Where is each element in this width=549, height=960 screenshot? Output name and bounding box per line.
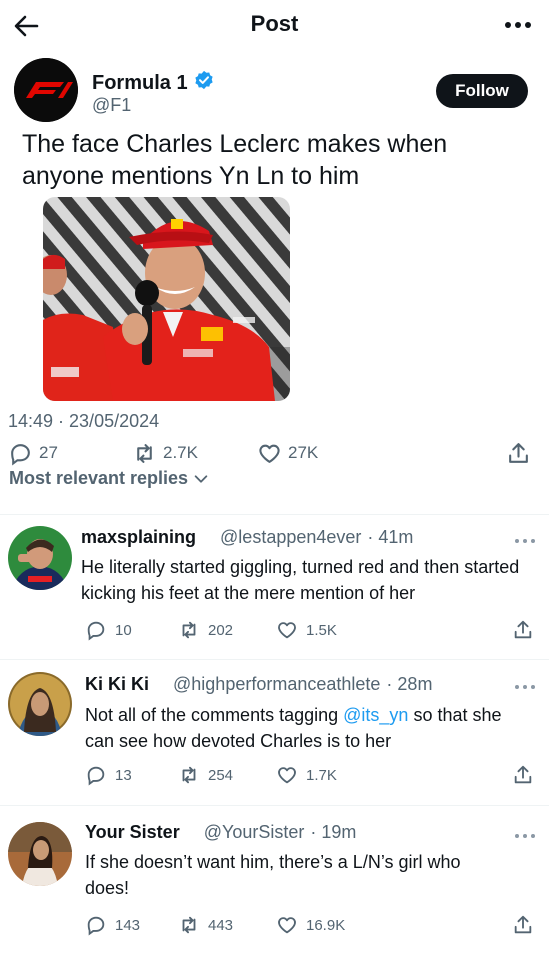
reply-icon [87,621,105,641]
reply-author-handle[interactable]: @lestappen4ever [220,527,361,548]
reply-avatar-yoursister[interactable] [8,822,72,886]
heart-icon [278,767,296,784]
reply-text: He literally started giggling, turned re… [81,557,520,603]
reply-icon [87,916,105,936]
share-icon [514,915,532,934]
repost-count: 202 [208,621,234,639]
reply-text: If she doesn’t want him, there’s a L/N’s… [85,852,461,898]
reply-count: 13 [115,766,132,784]
reply-action[interactable]: 10 [85,618,132,642]
author-handle[interactable]: @F1 [92,95,131,116]
page-title: Post [250,11,299,36]
repost-action[interactable]: 2.7K [132,440,198,466]
reply-more-icon[interactable] [514,828,536,838]
like-action[interactable]: 1.7K [276,763,337,787]
like-action[interactable]: 1.5K [276,618,337,642]
author-name[interactable]: Formula 1 [92,72,188,95]
repost-icon [182,621,196,639]
reply-avatar-maxsplaining[interactable] [8,526,72,590]
heart-icon [278,917,296,934]
like-count: 1.7K [306,766,337,784]
divider [0,514,549,515]
share-action[interactable] [512,618,534,642]
divider [0,805,549,806]
like-action[interactable]: 16.9K [276,913,345,937]
post-timestamp[interactable]: 14:49 · 23/05/2024 [8,411,159,432]
share-icon [514,765,532,784]
reply-count: 27 [39,443,58,462]
like-action[interactable]: 27K [257,440,318,466]
like-count: 1.5K [306,621,337,639]
heart-icon [259,444,280,463]
repost-count: 254 [208,766,234,784]
repost-action[interactable]: 443 [178,913,233,937]
reply-avatar-kikiki[interactable] [8,672,72,736]
repost-count: 443 [208,916,234,934]
share-icon [509,442,528,463]
post-photo[interactable] [43,197,290,401]
reply-time[interactable]: · 41m [367,527,413,548]
reply-author-name[interactable]: Your Sister [85,822,180,843]
reply-action[interactable]: 143 [85,913,140,937]
reply-author-handle[interactable]: @highperformanceathlete [173,674,380,695]
reply-header: Your Sister @YourSister · 19m [85,822,356,843]
reply-time[interactable]: · 28m [386,674,432,695]
reply-action[interactable]: 13 [85,763,132,787]
reply-author-handle[interactable]: @YourSister [204,822,305,843]
repost-icon [182,916,196,934]
sort-label: Most relevant replies [9,468,189,488]
reply-text-start: Not all of the comments tagging [85,705,344,725]
reply-more-icon[interactable] [514,533,536,543]
follow-button[interactable]: Follow [436,74,528,108]
reply-icon [87,766,105,786]
like-count: 27K [288,443,319,462]
chevron-down-icon [194,474,208,483]
reply-time[interactable]: · 19m [310,822,356,843]
repost-icon [182,766,196,784]
repost-action[interactable]: 254 [178,763,233,787]
reply-icon [11,443,30,465]
like-count: 16.9K [306,916,346,934]
mention-link[interactable]: @its_yn [343,705,408,725]
repost-icon [137,443,152,463]
verified-badge-icon [194,70,214,96]
repost-action[interactable]: 202 [178,618,233,642]
reply-author-name[interactable]: Ki Ki Ki [85,674,149,695]
share-icon [514,620,532,639]
author-name-row[interactable]: Formula 1 [92,70,214,96]
divider [0,659,549,660]
sort-replies-dropdown[interactable]: Most relevant replies [9,468,210,489]
more-options-icon[interactable] [503,14,533,36]
reply-header: maxsplaining @lestappen4ever · 41m [81,527,413,548]
reply-header: Ki Ki Ki @highperformanceathlete · 28m [85,674,432,695]
post-text: The face Charles Leclerc makes when anyo… [22,130,448,190]
heart-icon [278,622,296,639]
reply-count: 143 [115,916,141,934]
reply-count: 10 [115,621,132,639]
reply-action[interactable]: 27 [8,440,58,466]
share-action[interactable] [506,440,531,466]
reply-text: Not all of the comments tagging @its_yn … [85,702,525,754]
repost-count: 2.7K [163,443,198,462]
share-action[interactable] [512,913,534,937]
share-action[interactable] [512,763,534,787]
f1-logo-avatar[interactable] [14,58,78,122]
reply-more-icon[interactable] [514,679,536,689]
reply-author-name[interactable]: maxsplaining [81,527,196,548]
